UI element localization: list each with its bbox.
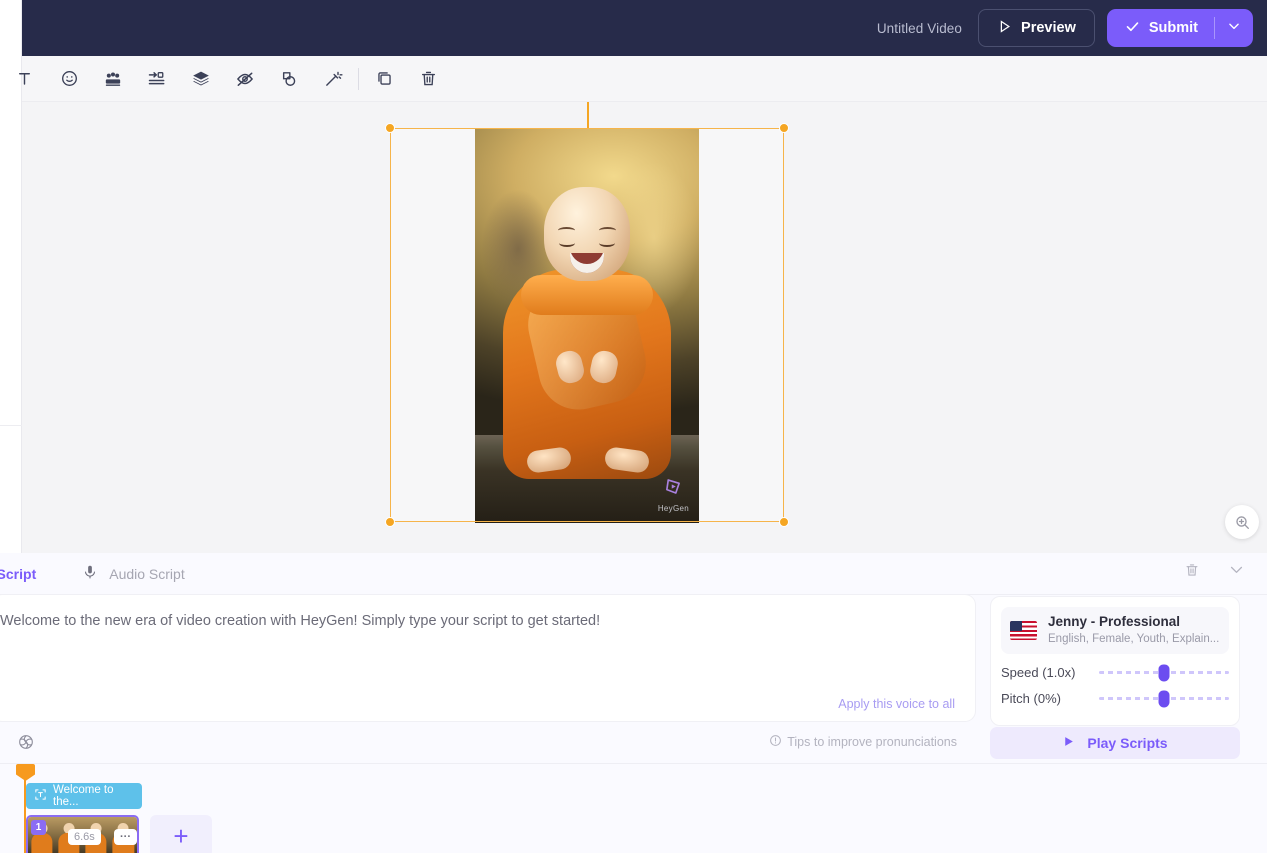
voice-name: Jenny - Professional (1048, 614, 1219, 630)
photo-shoulders (521, 275, 653, 315)
scene-duration-badge: 6.6s (68, 829, 101, 845)
timeline-text-clip-label: Welcome to the... (53, 784, 142, 808)
submit-dropdown-button[interactable] (1215, 9, 1253, 47)
left-sidebar-panel[interactable] (0, 56, 22, 553)
speed-slider-row: Speed (1.0x) (1001, 665, 1229, 680)
layers-icon[interactable] (185, 63, 217, 95)
heygen-video-editor: Untitled Video Preview Submit (0, 0, 1267, 853)
photo-eye-left (559, 239, 575, 247)
ai-spark-icon[interactable] (17, 733, 35, 751)
trash-icon[interactable] (412, 63, 444, 95)
canvas-area[interactable]: HeyGen (22, 102, 1267, 553)
script-delete-button[interactable] (1184, 562, 1200, 578)
rotate-handle-stem[interactable] (587, 102, 589, 129)
scene-number-badge: 1 (31, 820, 46, 835)
align-icon[interactable] (141, 63, 173, 95)
top-bar-left-panel-edge (0, 0, 22, 56)
shapes-group-icon[interactable] (273, 63, 305, 95)
document-title[interactable]: Untitled Video (877, 21, 962, 36)
heygen-watermark: HeyGen (658, 476, 689, 513)
script-text[interactable]: Welcome to the new era of video creation… (0, 611, 950, 631)
check-icon (1125, 19, 1140, 38)
tips-link[interactable]: Tips to improve pronunciations (769, 734, 957, 750)
play-outline-icon (997, 19, 1012, 38)
zoom-in-icon[interactable] (1225, 505, 1259, 539)
text-tool-icon[interactable] (8, 63, 40, 95)
speed-slider-label: Speed (1.0x) (1001, 665, 1099, 680)
pitch-slider-thumb[interactable] (1159, 690, 1170, 707)
emoji-icon[interactable] (53, 63, 85, 95)
left-panel-divider (0, 425, 22, 426)
heygen-watermark-label: HeyGen (658, 504, 689, 513)
timeline[interactable]: Welcome to the... 1 6.6s ··· + (0, 763, 1267, 853)
script-footer: Tips to improve pronunciations (0, 721, 975, 763)
magic-wand-icon[interactable] (317, 63, 349, 95)
speed-slider-thumb[interactable] (1159, 664, 1170, 681)
timeline-text-clip[interactable]: Welcome to the... (26, 783, 142, 809)
script-collapse-button[interactable] (1228, 561, 1245, 578)
tab-audio-script-label: Audio Script (109, 566, 184, 582)
preview-button-label: Preview (1021, 20, 1076, 36)
info-icon (769, 734, 782, 750)
voice-selector[interactable]: Jenny - Professional English, Female, Yo… (1001, 607, 1229, 654)
apply-voice-to-all-link[interactable]: Apply this voice to all (838, 697, 955, 711)
tab-text-script[interactable]: t Script (0, 566, 36, 582)
play-scripts-label: Play Scripts (1087, 735, 1167, 751)
heygen-logo-icon (663, 476, 684, 502)
voice-settings-card: Jenny - Professional English, Female, Yo… (990, 596, 1240, 726)
submit-button-label: Submit (1149, 20, 1198, 36)
tips-link-label: Tips to improve pronunciations (787, 735, 957, 749)
duplicate-icon[interactable] (368, 63, 400, 95)
add-scene-button[interactable]: + (150, 815, 212, 853)
script-section: t Script Audio Script (0, 553, 1267, 763)
canvas-toolbar (22, 56, 1267, 102)
chevron-down-icon (1227, 19, 1241, 38)
eye-slash-icon[interactable] (229, 63, 261, 95)
top-bar: Untitled Video Preview Submit (0, 0, 1267, 56)
submit-button[interactable]: Submit (1107, 9, 1214, 47)
play-icon (1062, 735, 1075, 751)
photo-brow-left (558, 227, 575, 234)
speed-slider[interactable] (1099, 671, 1229, 674)
scene-more-button[interactable]: ··· (114, 829, 137, 845)
pitch-slider-row: Pitch (0%) (1001, 691, 1229, 706)
pitch-slider-label: Pitch (0%) (1001, 691, 1099, 706)
script-actions (1184, 561, 1245, 578)
photo-brow-right (599, 227, 616, 234)
voice-meta: English, Female, Youth, Explain... (1048, 632, 1219, 647)
script-editor-card[interactable]: Welcome to the new era of video creation… (0, 595, 975, 721)
playhead-handle[interactable] (16, 764, 35, 781)
script-tabs: t Script Audio Script (0, 553, 1267, 595)
text-frame-icon (34, 788, 47, 804)
avatar-photo-layer[interactable]: HeyGen (475, 129, 699, 523)
us-flag-icon (1010, 621, 1037, 640)
tab-audio-script[interactable]: Audio Script (82, 564, 184, 583)
pitch-slider[interactable] (1099, 697, 1229, 700)
preview-button[interactable]: Preview (978, 9, 1095, 47)
toolbar-divider (358, 68, 359, 90)
play-scripts-button[interactable]: Play Scripts (990, 727, 1240, 759)
timeline-scene-clip[interactable]: 1 6.6s ··· (26, 815, 139, 853)
submit-button-group[interactable]: Submit (1107, 9, 1253, 47)
microphone-icon (82, 564, 98, 583)
photo-eye-right (599, 239, 615, 247)
avatar-group-icon[interactable] (97, 63, 129, 95)
